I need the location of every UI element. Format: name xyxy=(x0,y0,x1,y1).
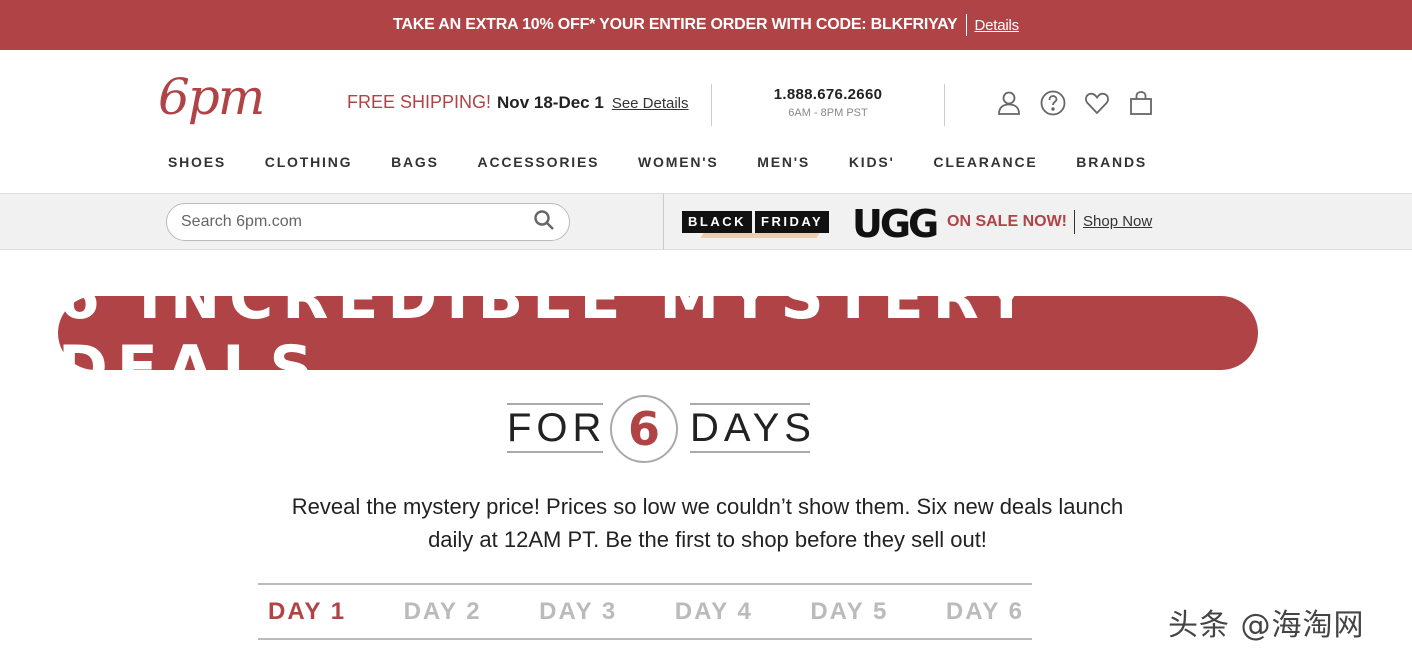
shop-now-link[interactable]: Shop Now xyxy=(1083,213,1152,230)
promo-details-link[interactable]: Details xyxy=(975,17,1020,34)
nav-item-kids[interactable]: KIDS' xyxy=(849,154,895,184)
shipping-see-details-link[interactable]: See Details xyxy=(612,95,689,112)
nav-item-brands[interactable]: BRANDS xyxy=(1076,154,1147,184)
nav-item-clothing[interactable]: CLOTHING xyxy=(265,154,353,184)
favorites-icon[interactable] xyxy=(1082,88,1112,118)
promo-divider xyxy=(965,14,967,36)
black-friday-word-black: BLACK xyxy=(682,211,752,233)
promo-bar: TAKE AN EXTRA 10% OFF* YOUR ENTIRE ORDER… xyxy=(0,0,1412,50)
nav-item-mens[interactable]: MEN'S xyxy=(757,154,810,184)
search-icon[interactable] xyxy=(533,209,555,236)
header-divider xyxy=(944,84,945,126)
tab-day-6[interactable]: DAY 6 xyxy=(946,598,1024,626)
for-six-days-badge: FOR 6 DAYS xyxy=(507,395,811,463)
promo-text: TAKE AN EXTRA 10% OFF* YOUR ENTIRE ORDER… xyxy=(393,16,958,33)
help-icon[interactable] xyxy=(1038,88,1068,118)
tab-day-4[interactable]: DAY 4 xyxy=(675,598,753,626)
main-nav: SHOES CLOTHING BAGS ACCESSORIES WOMEN'S … xyxy=(150,154,1165,184)
tab-day-5[interactable]: DAY 5 xyxy=(810,598,888,626)
nav-item-accessories[interactable]: ACCESSORIES xyxy=(478,154,600,184)
account-icon[interactable] xyxy=(994,88,1024,118)
search-input[interactable] xyxy=(181,213,533,231)
nav-item-bags[interactable]: BAGS xyxy=(391,154,439,184)
hero-title: 6 INCREDIBLE MYSTERY DEALS xyxy=(58,263,1038,403)
nav-item-shoes[interactable]: SHOES xyxy=(168,154,226,184)
phone-hours: 6AM - 8PM PST xyxy=(788,107,868,119)
watermark: 头条 @海淘网 xyxy=(1168,608,1365,643)
six-circle: 6 xyxy=(610,395,678,463)
day-tabs: DAY 1 DAY 2 DAY 3 DAY 4 DAY 5 DAY 6 xyxy=(258,583,1032,640)
phone-block: 1.888.676.2660 6AM - 8PM PST xyxy=(712,86,944,119)
nav-item-clearance[interactable]: CLEARANCE xyxy=(933,154,1037,184)
free-shipping-label: FREE SHIPPING! xyxy=(347,92,492,112)
hero-banner: 6 INCREDIBLE MYSTERY DEALS xyxy=(58,263,1258,403)
free-shipping-notice: FREE SHIPPING! Nov 18-Dec 1 See Details xyxy=(347,92,689,113)
nav-item-womens[interactable]: WOMEN'S xyxy=(638,154,718,184)
hero-description: Reveal the mystery price! Prices so low … xyxy=(291,494,1124,552)
phone-number[interactable]: 1.888.676.2660 xyxy=(712,86,944,103)
search-strip: BLACK FRIDAY UGG ON SALE NOW! Shop Now xyxy=(0,193,1412,250)
header-icons xyxy=(994,88,1156,118)
days-label: DAYS xyxy=(690,403,811,453)
tab-day-2[interactable]: DAY 2 xyxy=(404,598,482,626)
on-sale-divider xyxy=(1074,210,1075,234)
tab-day-1[interactable]: DAY 1 xyxy=(268,598,346,626)
black-friday-badge[interactable]: BLACK FRIDAY xyxy=(682,211,830,233)
search-bar xyxy=(166,203,570,241)
cart-icon[interactable] xyxy=(1126,88,1156,118)
tab-day-3[interactable]: DAY 3 xyxy=(539,598,617,626)
black-friday-accent xyxy=(700,233,820,238)
on-sale-label: ON SALE NOW! xyxy=(947,213,1067,230)
search-strip-divider xyxy=(663,194,664,250)
shipping-dates: Nov 18-Dec 1 xyxy=(497,93,604,112)
ugg-logo[interactable]: UGG xyxy=(852,202,939,246)
site-logo[interactable]: 6pm xyxy=(158,68,265,126)
black-friday-word-friday: FRIDAY xyxy=(755,211,830,233)
for-label: FOR xyxy=(507,403,603,453)
